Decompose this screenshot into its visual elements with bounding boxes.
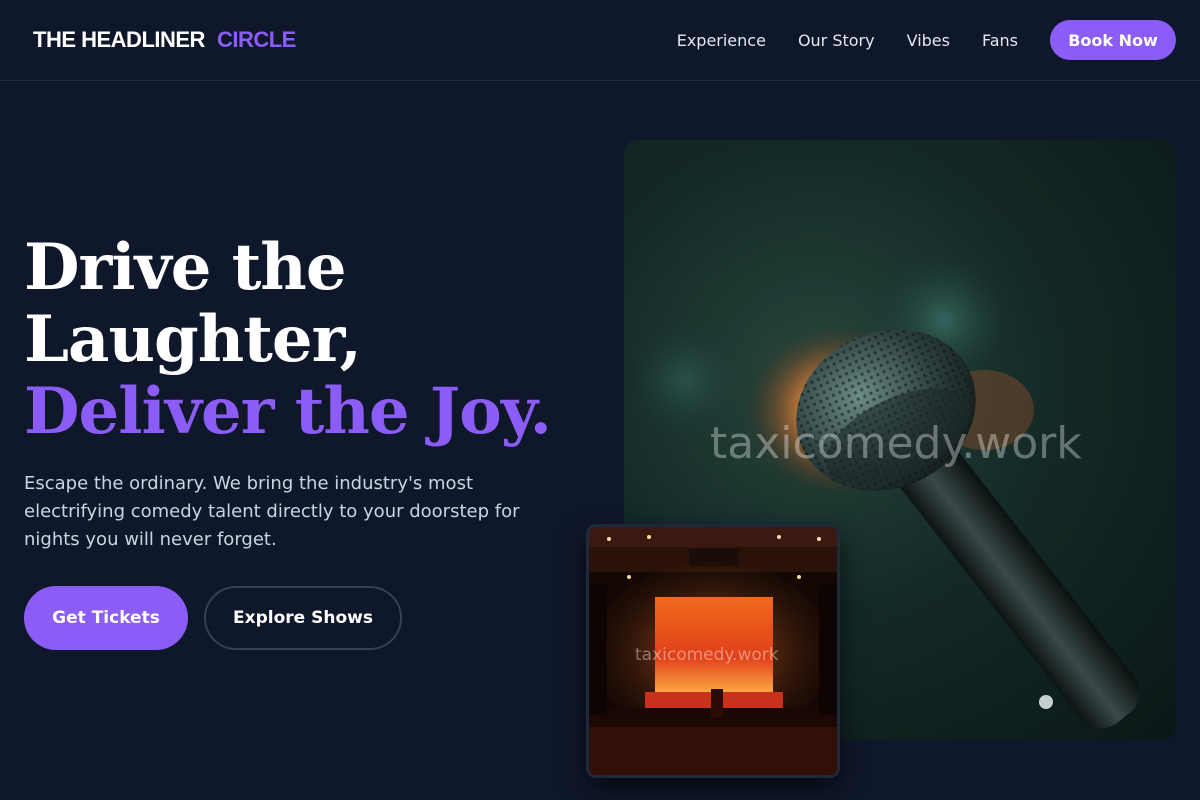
nav-link-our-story[interactable]: Our Story (798, 31, 875, 50)
logo[interactable]: THE HEADLINER CIRCLE (33, 27, 296, 53)
logo-accent-text: CIRCLE (216, 27, 296, 52)
main-image-watermark: taxicomedy.work (710, 418, 1082, 469)
get-tickets-button[interactable]: Get Tickets (24, 586, 188, 650)
main-nav: Experience Our Story Vibes Fans Book Now (677, 20, 1176, 60)
book-now-button[interactable]: Book Now (1050, 20, 1176, 60)
nav-link-fans[interactable]: Fans (982, 31, 1018, 50)
stage-image-watermark: taxicomedy.work (635, 645, 779, 665)
explore-shows-button[interactable]: Explore Shows (204, 586, 402, 650)
site-header: THE HEADLINER CIRCLE Experience Our Stor… (0, 0, 1200, 81)
hero-title: Drive the Laughter, Deliver the Joy. (24, 232, 584, 448)
nav-link-experience[interactable]: Experience (677, 31, 766, 50)
stage-image: taxicomedy.work (586, 524, 840, 778)
nav-link-vibes[interactable]: Vibes (907, 31, 950, 50)
hero-title-line-2: Laughter, (24, 302, 362, 377)
hero-subtitle: Escape the ordinary. We bring the indust… (24, 473, 520, 550)
logo-text: THE HEADLINER (33, 27, 205, 52)
hero-title-line-1: Drive the (24, 230, 347, 305)
page: THE HEADLINER CIRCLE Experience Our Stor… (0, 0, 1200, 800)
hero-title-accent: Deliver the Joy. (24, 374, 552, 449)
